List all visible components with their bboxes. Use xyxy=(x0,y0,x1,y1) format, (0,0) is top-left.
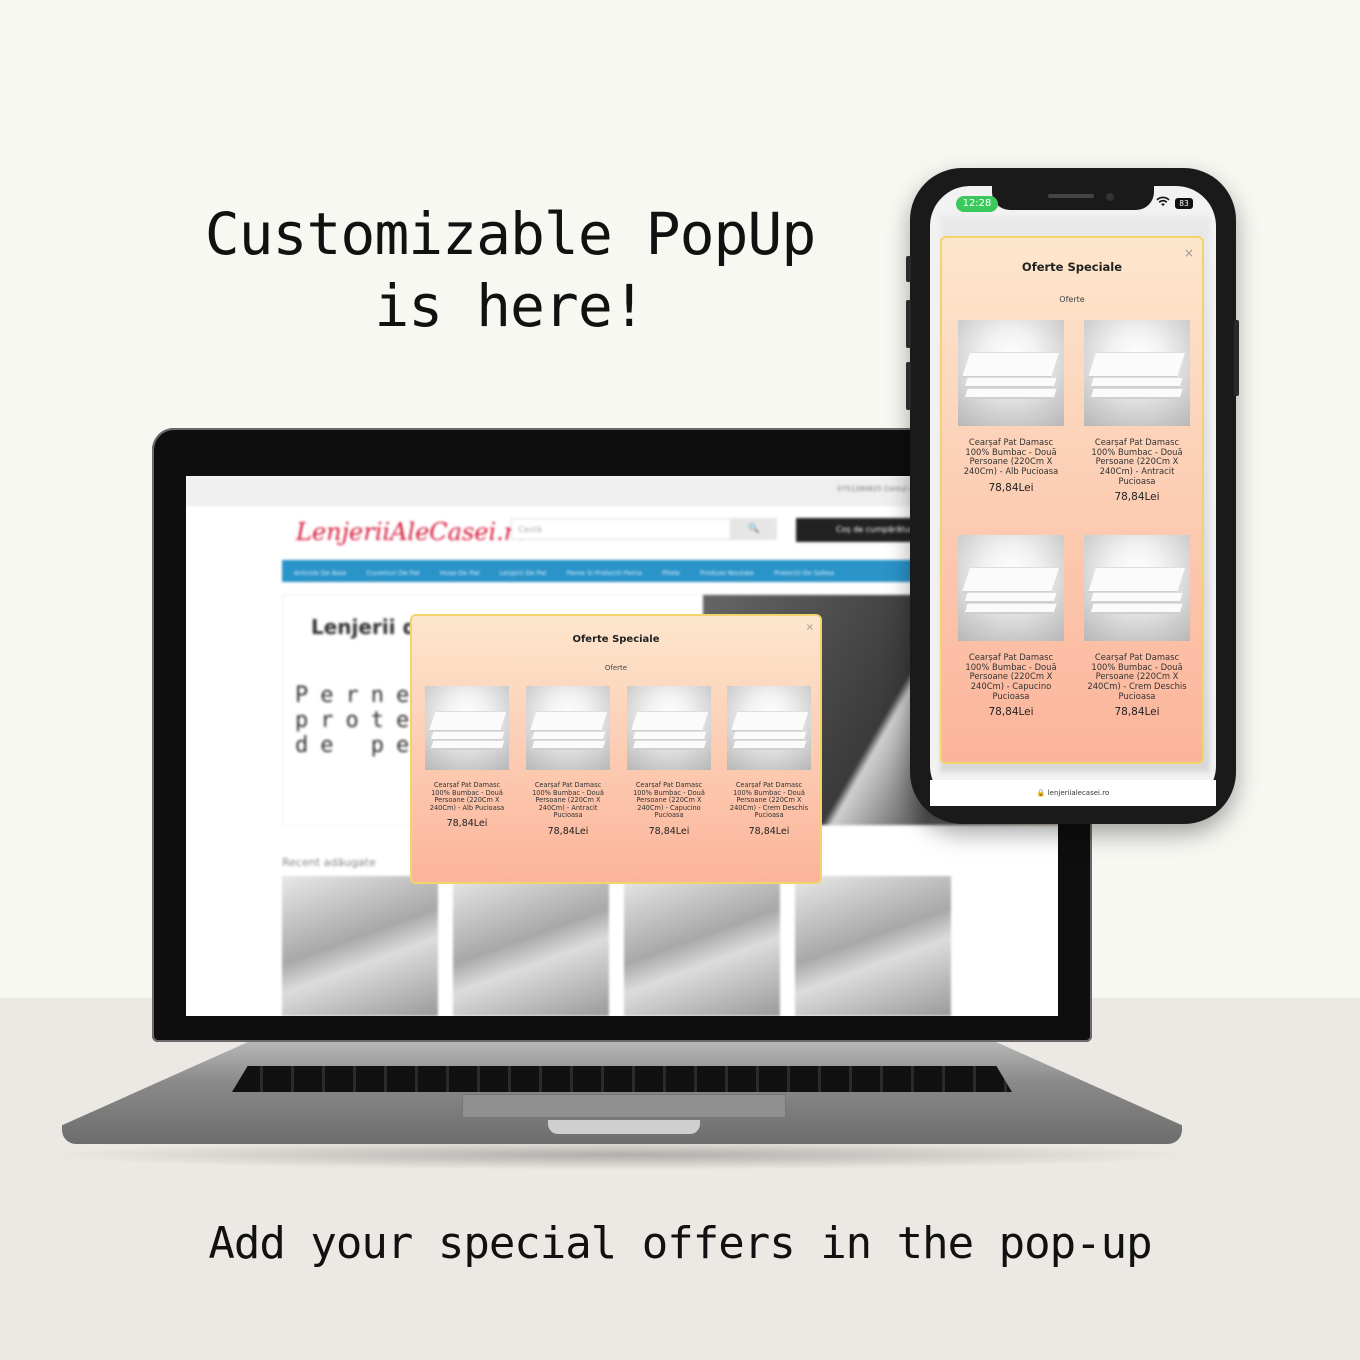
product-name[interactable]: Cearșaf Pat Damasc 100% Bumbac - Două Pe… xyxy=(1083,437,1191,486)
nav-item[interactable]: Articole De Baie xyxy=(294,569,346,577)
product-price: 78,84Lei xyxy=(648,825,690,837)
product-image[interactable] xyxy=(727,686,811,770)
nav-item[interactable]: Cuverturi De Pat xyxy=(366,569,420,577)
product-image[interactable] xyxy=(1084,535,1190,641)
laptop-lip xyxy=(548,1120,700,1134)
phone-camera xyxy=(1106,193,1114,201)
special-offers-popup-desktop: × Oferte Speciale Oferte Cearșaf Pat Dam… xyxy=(410,614,822,884)
close-icon[interactable]: × xyxy=(806,622,814,633)
product-card[interactable]: Cearșaf Pat Damasc 100% Bumbac - Două Pe… xyxy=(957,535,1065,718)
popup-subtitle: Oferte xyxy=(604,664,628,672)
product-price: 78,84Lei xyxy=(1114,491,1160,504)
product-image[interactable] xyxy=(627,686,711,770)
product-name[interactable]: Cearșaf Pat Damasc 100% Bumbac - Două Pe… xyxy=(626,781,712,820)
wifi-icon xyxy=(1156,196,1170,210)
product-price: 78,84Lei xyxy=(446,818,488,830)
laptop-shadow xyxy=(40,1140,1200,1170)
product-price: 78,84Lei xyxy=(988,706,1034,719)
nav-item[interactable]: Produse Noutate xyxy=(700,569,754,577)
popup-title: Oferte Speciale xyxy=(572,634,660,645)
search-button[interactable]: 🔍 xyxy=(731,518,777,540)
product-image[interactable] xyxy=(958,535,1064,641)
product-card[interactable]: Cearșaf Pat Damasc 100% Bumbac - Două Pe… xyxy=(424,686,510,829)
search-input[interactable]: Caută xyxy=(511,518,731,540)
phone-button xyxy=(906,300,911,348)
product-price: 78,84Lei xyxy=(748,825,790,837)
laptop-trackpad xyxy=(462,1094,786,1118)
recent-product-image[interactable] xyxy=(282,876,438,1016)
status-time: 12:28 xyxy=(956,196,998,212)
product-price: 78,84Lei xyxy=(547,825,589,837)
product-image[interactable] xyxy=(425,686,509,770)
popup-title: Oferte Speciale xyxy=(1021,260,1123,274)
recent-product-image[interactable] xyxy=(624,876,780,1016)
product-image[interactable] xyxy=(1084,320,1190,426)
close-icon[interactable]: × xyxy=(1184,246,1194,260)
nav-item[interactable]: Perne Si Protectii Perna xyxy=(567,569,642,577)
headline-line-1: Customizable PopUp xyxy=(204,200,817,268)
product-price: 78,84Lei xyxy=(1114,706,1160,719)
product-card[interactable]: Cearșaf Pat Damasc 100% Bumbac - Două Pe… xyxy=(1083,535,1191,718)
recent-product-image[interactable] xyxy=(453,876,609,1016)
nav-item[interactable]: Protectii De Saltea xyxy=(774,569,834,577)
recent-title: Recent adăugate xyxy=(282,856,376,869)
product-name[interactable]: Cearșaf Pat Damasc 100% Bumbac - Două Pe… xyxy=(726,781,812,820)
caption: Add your special offers in the pop-up xyxy=(208,1218,1152,1269)
phone-button xyxy=(1234,320,1239,396)
product-card[interactable]: Cearșaf Pat Damasc 100% Bumbac - Două Pe… xyxy=(957,320,1065,494)
product-card[interactable]: Cearșaf Pat Damasc 100% Bumbac - Două Pe… xyxy=(1083,320,1191,503)
product-price: 78,84Lei xyxy=(988,481,1034,494)
recent-products xyxy=(282,876,952,1016)
nav-item[interactable]: Huse De Pat xyxy=(440,569,480,577)
laptop-keyboard xyxy=(232,1066,1012,1092)
phone-address-bar[interactable]: 🔒 lenjeriialecasei.ro xyxy=(930,780,1216,806)
product-image[interactable] xyxy=(526,686,610,770)
product-name[interactable]: Cearșaf Pat Damasc 100% Bumbac - Două Pe… xyxy=(525,781,611,820)
headline: Customizable PopUp is here! xyxy=(130,198,890,342)
product-card[interactable]: Cearșaf Pat Damasc 100% Bumbac - Două Pe… xyxy=(525,686,611,837)
popup-subtitle: Oferte xyxy=(1059,295,1085,304)
product-name[interactable]: Cearșaf Pat Damasc 100% Bumbac - Două Pe… xyxy=(957,437,1065,477)
product-card[interactable]: Cearșaf Pat Damasc 100% Bumbac - Două Pe… xyxy=(726,686,812,837)
product-name[interactable]: Cearșaf Pat Damasc 100% Bumbac - Două Pe… xyxy=(424,781,510,812)
nav-item[interactable]: Lenjerii De Pat xyxy=(500,569,547,577)
product-name[interactable]: Cearșaf Pat Damasc 100% Bumbac - Două Pe… xyxy=(1083,652,1191,701)
site-logo[interactable]: LenjeriiAleCasei.ro xyxy=(296,518,530,546)
headline-line-2: is here! xyxy=(374,272,646,340)
product-name[interactable]: Cearșaf Pat Damasc 100% Bumbac - Două Pe… xyxy=(957,652,1065,701)
phone-button xyxy=(906,362,911,410)
product-card[interactable]: Cearșaf Pat Damasc 100% Bumbac - Două Pe… xyxy=(626,686,712,837)
recent-product-image[interactable] xyxy=(795,876,951,1016)
phone-button xyxy=(906,256,911,282)
special-offers-popup-mobile: × Oferte Speciale Oferte Cearșaf Pat Dam… xyxy=(940,236,1204,764)
nav-item[interactable]: Pilote xyxy=(662,569,680,577)
phone-speaker xyxy=(1048,194,1094,198)
product-image[interactable] xyxy=(958,320,1064,426)
battery-icon: 83 xyxy=(1175,198,1193,209)
